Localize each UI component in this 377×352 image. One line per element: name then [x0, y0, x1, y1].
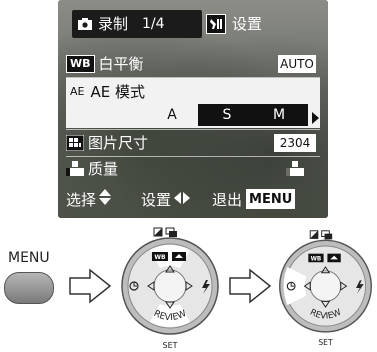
set-hint-label: 设置 — [141, 190, 172, 209]
ae-icon: AE — [70, 84, 85, 98]
divider — [66, 129, 320, 130]
menu-item-white-balance[interactable]: WB 白平衡 AUTO — [66, 52, 320, 76]
wb-chip-label: WB — [154, 254, 166, 261]
left-right-icon — [174, 190, 191, 208]
triangle-right-icon — [312, 109, 319, 128]
picture-size-icon — [66, 135, 84, 151]
quality-icon — [66, 161, 84, 177]
burst-icon — [165, 227, 177, 237]
tab-record-label: 录制 — [98, 15, 129, 33]
exposure-icon — [309, 230, 319, 239]
tab-record[interactable]: 录制 1/4 — [72, 10, 202, 38]
tab-setup[interactable]: 设置 — [206, 10, 312, 38]
quality-value-icon — [274, 160, 316, 178]
ae-mode-label: AE 模式 — [90, 82, 145, 101]
arrow-right-icon — [69, 268, 112, 304]
wb-icon: WB — [66, 55, 95, 73]
lcd-footer: 选择 设置 退出 MENU — [66, 186, 320, 212]
set-label: SET — [162, 341, 177, 350]
arrow-right-icon — [229, 268, 272, 304]
burst-icon — [321, 230, 333, 240]
up-down-icon — [99, 189, 112, 209]
menu-label: MENU — [8, 250, 50, 266]
camera-icon — [78, 18, 92, 30]
tab-bar: 录制 1/4 设置 — [66, 10, 320, 38]
control-dial-1[interactable]: WB REVIEW SET — [116, 226, 224, 350]
exposure-icon — [153, 227, 163, 237]
white-balance-value: AUTO — [278, 55, 316, 73]
quality-label: 质量 — [88, 160, 119, 178]
picture-size-value: 2304 — [274, 134, 316, 152]
select-hint-label: 选择 — [66, 190, 97, 209]
exit-hint-label: 退出 — [212, 190, 243, 209]
wrench-icon — [206, 14, 226, 34]
menu-button[interactable] — [4, 272, 54, 304]
ae-option-m[interactable]: M — [254, 104, 304, 126]
white-balance-label: 白平衡 — [98, 55, 144, 73]
menu-item-ae-mode[interactable]: AE AE 模式 A S M — [66, 78, 320, 128]
ae-option-a[interactable]: A — [146, 104, 198, 126]
ae-options: A S M — [146, 104, 308, 126]
menu-item-picture-size[interactable]: 图片尺寸 2304 — [66, 131, 320, 155]
menu-item-quality[interactable]: 质量 — [66, 157, 320, 181]
control-dial-2[interactable]: WB REVIEW SET — [274, 226, 377, 350]
picture-size-label: 图片尺寸 — [88, 134, 149, 152]
ae-option-s[interactable]: S — [202, 104, 252, 126]
menu-chip: MENU — [246, 189, 296, 209]
lcd-screen: 录制 1/4 设置 WB 白平衡 AUTO AE AE 模式 A S M 图片尺… — [58, 0, 328, 218]
set-label: SET — [318, 338, 333, 347]
page-indicator: 1/4 — [142, 16, 165, 32]
wb-chip-label: WB — [311, 256, 322, 262]
tab-setup-label: 设置 — [232, 15, 263, 33]
